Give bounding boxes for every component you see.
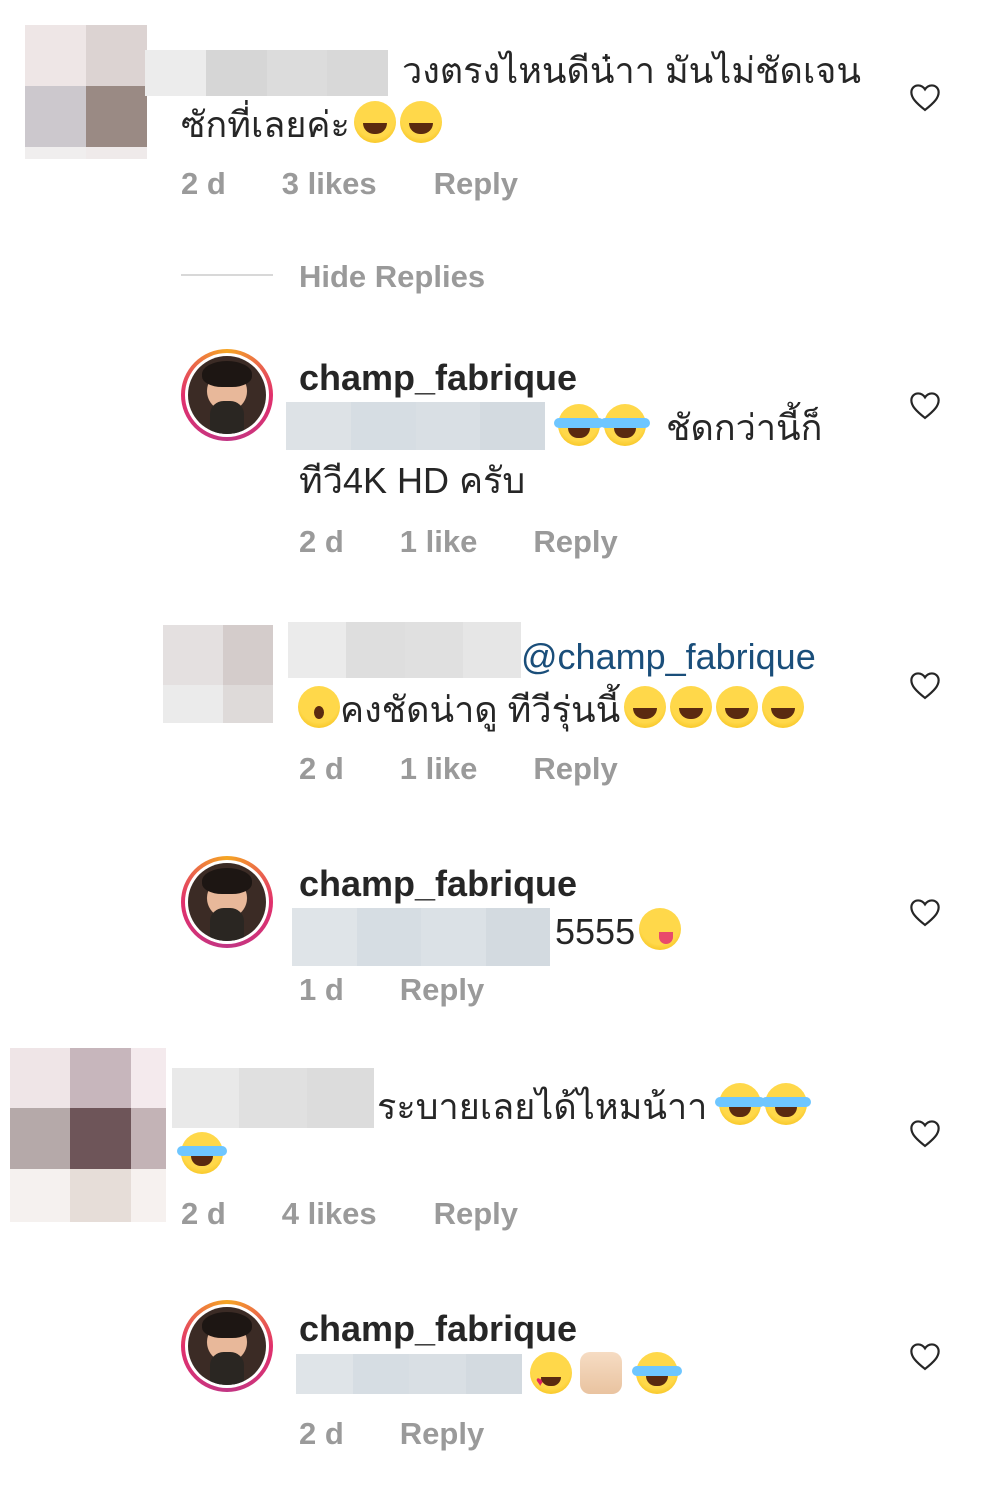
grinning-squinting-emoji-icon xyxy=(670,686,713,728)
grinning-squinting-emoji-icon xyxy=(624,686,667,728)
likes-count[interactable]: 1 like xyxy=(400,751,478,787)
like-heart-icon[interactable] xyxy=(908,1341,942,1371)
reply-button[interactable]: Reply xyxy=(533,751,617,787)
timestamp[interactable]: 1 d xyxy=(299,972,344,1008)
reply-button[interactable]: Reply xyxy=(533,524,617,560)
comment-text: ชัดกว่านี้ก็ xyxy=(554,404,822,451)
timestamp[interactable]: 2 d xyxy=(299,1416,344,1452)
tears-of-joy-emoji-icon xyxy=(632,1352,682,1394)
tears-of-joy-emoji-icon xyxy=(715,1083,766,1125)
mention-redacted[interactable] xyxy=(296,1354,522,1394)
username-redacted[interactable] xyxy=(145,50,388,96)
grinning-squinting-emoji-icon xyxy=(353,101,396,143)
avatar-pixelated[interactable] xyxy=(10,1048,166,1222)
grinning-squinting-emoji-icon xyxy=(762,686,805,728)
reply-button[interactable]: Reply xyxy=(434,166,518,202)
timestamp[interactable]: 2 d xyxy=(181,1196,226,1232)
comment-meta: 2 d Reply xyxy=(299,1416,484,1452)
tears-of-joy-emoji-icon xyxy=(177,1132,227,1174)
hide-replies-button[interactable]: Hide Replies xyxy=(299,259,485,295)
like-heart-icon[interactable] xyxy=(908,1118,942,1148)
timestamp[interactable]: 2 d xyxy=(299,751,344,787)
avatar-pixelated[interactable] xyxy=(163,625,273,723)
likes-count[interactable]: 3 likes xyxy=(282,166,377,202)
tears-of-joy-emoji-icon xyxy=(554,404,604,446)
likes-count[interactable]: 4 likes xyxy=(282,1196,377,1232)
profile-photo xyxy=(188,356,266,434)
avatar-pixelated[interactable] xyxy=(25,25,147,159)
username-redacted[interactable] xyxy=(288,622,521,678)
likes-count[interactable]: 1 like xyxy=(400,524,478,560)
like-heart-icon[interactable] xyxy=(908,82,942,112)
username[interactable]: champ_fabrique xyxy=(299,1307,577,1351)
profile-photo xyxy=(188,863,266,941)
comment-text: วงตรงไหนดีน๋าา มันไม่ชัดเจน xyxy=(402,50,861,91)
open-mouth-emoji-icon xyxy=(298,686,340,728)
username-redacted[interactable] xyxy=(172,1068,374,1128)
username[interactable]: champ_fabrique xyxy=(299,356,577,400)
timestamp[interactable]: 2 d xyxy=(299,524,344,560)
mention-redacted[interactable] xyxy=(286,402,545,450)
username[interactable]: champ_fabrique xyxy=(299,862,577,906)
comment-meta: 2 d 1 like Reply xyxy=(299,751,618,787)
like-heart-icon[interactable] xyxy=(908,897,942,927)
comment-meta: 2 d 1 like Reply xyxy=(299,524,618,560)
comment-text-line2: ทีวี4K HD ครับ xyxy=(299,460,526,501)
comment-text: คงชัดน่าดู ทีวีรุ่นนี้ xyxy=(298,686,805,733)
comment-text-line2 xyxy=(177,1132,227,1179)
comment-meta: 2 d 4 likes Reply xyxy=(181,1196,518,1232)
comment-meta: 1 d Reply xyxy=(299,972,484,1008)
comment-text: ระบายเลยได้ไหมน้าา xyxy=(377,1083,812,1130)
avatar[interactable] xyxy=(181,1300,273,1392)
comment-meta: 2 d 3 likes Reply xyxy=(181,166,518,202)
mention-link[interactable]: @champ_fabrique xyxy=(521,634,816,680)
comment-text-line2: ซักที่เลยค่ะ xyxy=(181,101,442,148)
grinning-squinting-emoji-icon xyxy=(399,101,442,143)
heart-eyes-emoji-icon xyxy=(530,1352,572,1404)
like-heart-icon[interactable] xyxy=(908,390,942,420)
hide-replies-divider xyxy=(181,274,273,276)
like-heart-icon[interactable] xyxy=(908,670,942,700)
reply-button[interactable]: Reply xyxy=(400,972,484,1008)
reply-button[interactable]: Reply xyxy=(400,1416,484,1452)
savoring-food-emoji-icon xyxy=(639,908,682,950)
avatar[interactable] xyxy=(181,856,273,948)
comment-text: 5555 xyxy=(555,908,682,955)
profile-photo xyxy=(188,1307,266,1385)
timestamp[interactable]: 2 d xyxy=(181,166,226,202)
grinning-squinting-emoji-icon xyxy=(716,686,759,728)
comment-text xyxy=(530,1352,682,1404)
raising-hands-emoji-icon xyxy=(580,1352,622,1394)
mention-redacted[interactable] xyxy=(292,908,550,966)
avatar[interactable] xyxy=(181,349,273,441)
tears-of-joy-emoji-icon xyxy=(600,404,650,446)
reply-button[interactable]: Reply xyxy=(434,1196,518,1232)
tears-of-joy-emoji-icon xyxy=(761,1083,812,1125)
